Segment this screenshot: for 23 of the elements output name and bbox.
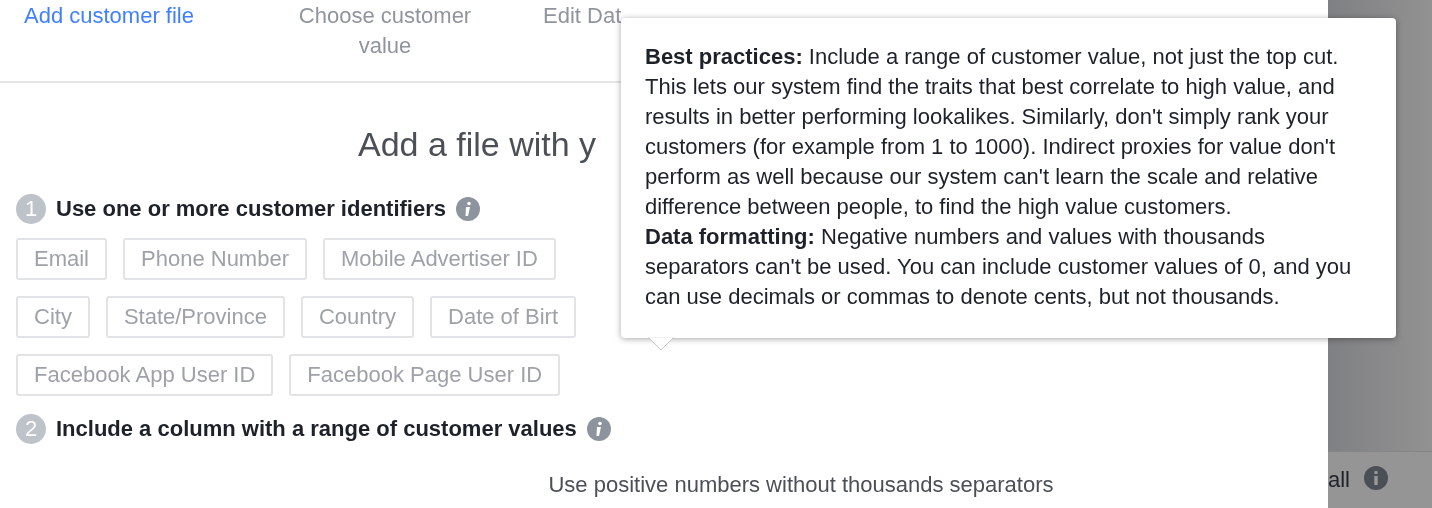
identifier-tag[interactable]: Email xyxy=(16,238,107,280)
identifier-tag[interactable]: Facebook App User ID xyxy=(16,354,274,396)
tooltip-text: Data formatting: Negative numbers and values with thousands separators can't be used. You can include customer values of 0, and you can use decimals or commas to denote cents, but not thousands. xyxy=(645,223,1353,311)
step-number: 2 xyxy=(16,414,46,444)
step-tab[interactable]: Choose customer value xyxy=(262,0,508,61)
identifier-tag[interactable]: Phone Number xyxy=(123,238,307,280)
identifier-tag[interactable]: Facebook Page User ID xyxy=(289,354,561,396)
section-title: Include a column with a range of customer values xyxy=(56,416,577,442)
info-icon[interactable] xyxy=(1364,466,1388,490)
info-icon[interactable] xyxy=(456,197,480,221)
identifier-tag[interactable]: City xyxy=(16,296,90,338)
identifier-tag[interactable]: State/Province xyxy=(105,296,285,338)
section-title: Use one or more customer identifiers xyxy=(56,196,446,222)
step-tab[interactable]: Add customer file xyxy=(0,0,262,31)
step-tab[interactable]: Edit Dat xyxy=(508,0,772,31)
page-heading: Add a file with y xyxy=(358,124,597,164)
step-number: 1 xyxy=(16,194,46,224)
identifier-tag[interactable]: Country xyxy=(300,296,414,338)
info-icon[interactable] xyxy=(586,417,611,441)
identifier-tag[interactable]: Mobile Advertiser ID xyxy=(323,238,556,280)
tooltip-text: Best practices: Include a range of customer value, not just the top cut. This lets our system find the traits that best correlate to high value, and results in better performing lookalikes. Similarly, don't simply rank your customers (for example from 1 to 1000). Indirect proxies for value don't perform as well because our system can't learn the scale and relative difference between people, to find the high value customers. xyxy=(645,43,1340,221)
identifier-tag[interactable]: Date of Birt xyxy=(430,296,577,338)
option-label: all xyxy=(1328,467,1350,493)
